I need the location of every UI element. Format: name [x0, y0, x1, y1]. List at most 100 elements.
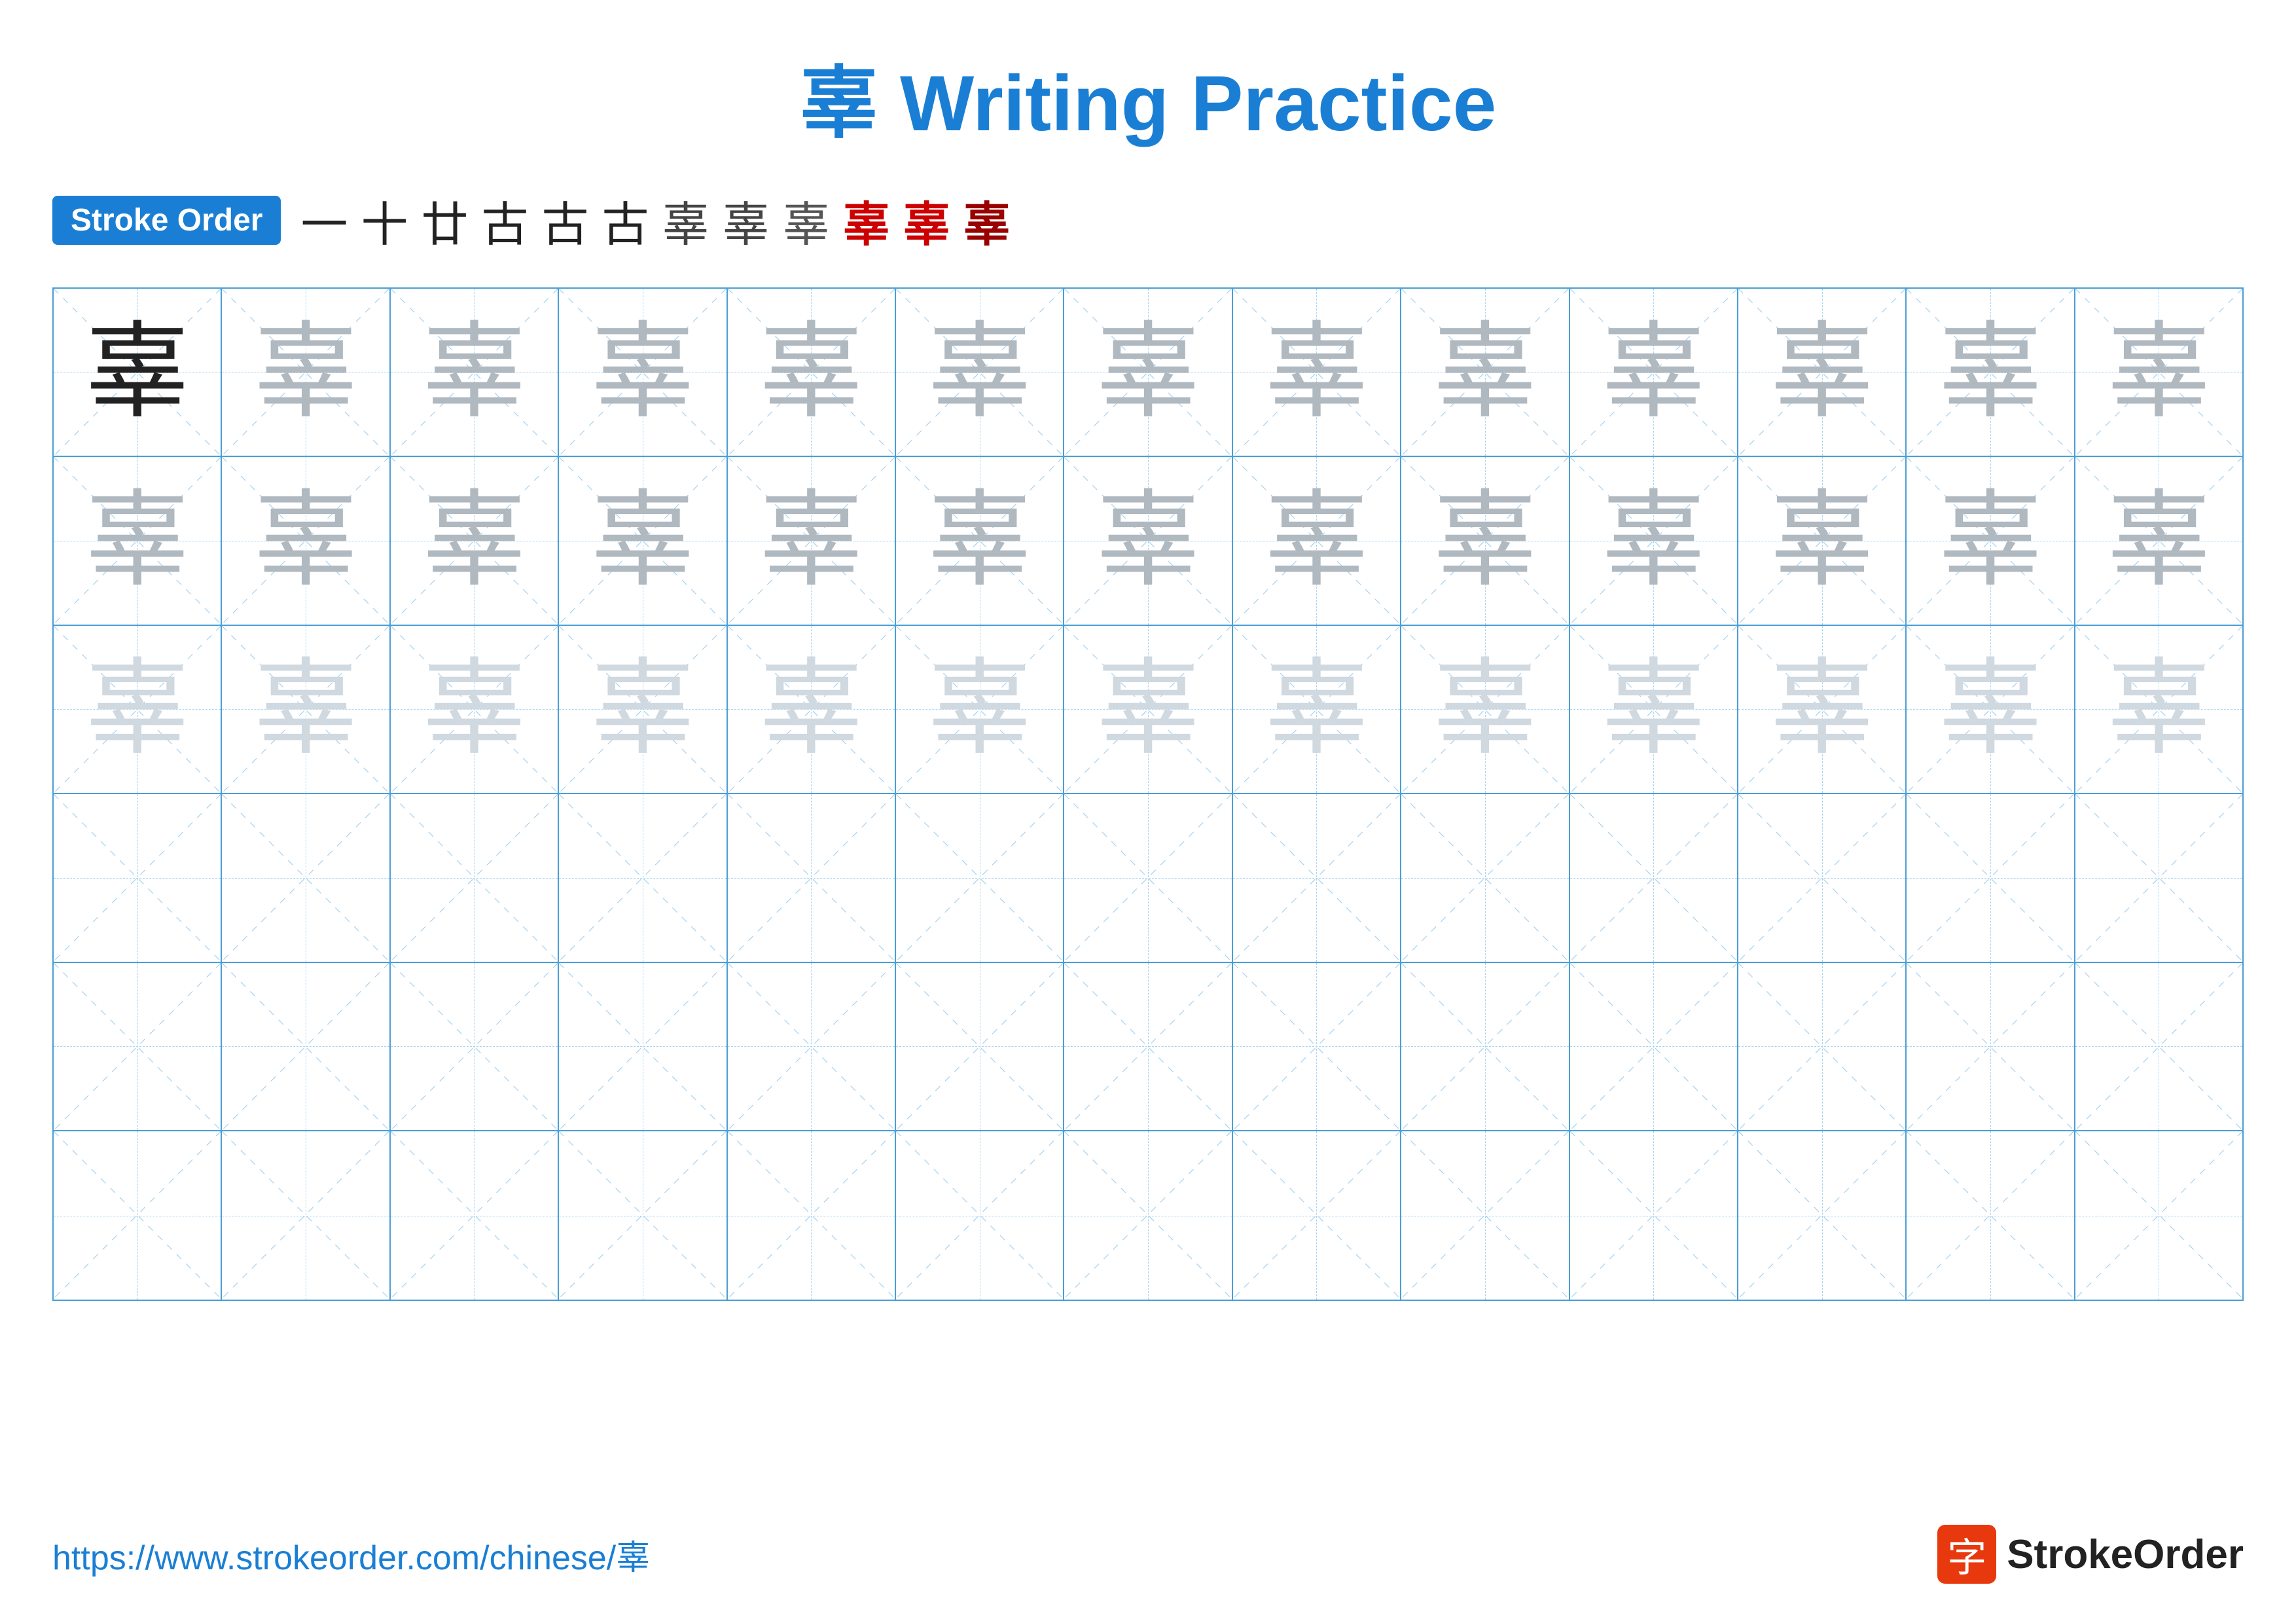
grid-cell[interactable]: 辜	[1907, 457, 2075, 625]
grid-cell[interactable]	[728, 963, 896, 1131]
grid-cell[interactable]: 辜	[559, 457, 727, 625]
grid-cell[interactable]	[1738, 963, 1907, 1131]
grid-cell[interactable]: 辜	[1738, 457, 1907, 625]
grid-cell[interactable]	[728, 794, 896, 962]
grid-cell[interactable]	[559, 794, 727, 962]
grid-cell[interactable]	[1907, 1131, 2075, 1300]
grid-cell[interactable]	[1401, 963, 1570, 1131]
stroke-12: 辜	[963, 186, 1011, 255]
grid-cell[interactable]	[896, 794, 1064, 962]
grid-cell[interactable]: 辜	[1233, 626, 1401, 794]
grid-cell[interactable]: 辜	[1401, 289, 1570, 457]
grid-cell[interactable]	[1570, 1131, 1738, 1300]
grid-cell[interactable]: 辜	[1064, 457, 1232, 625]
grid-cell[interactable]: 辜	[222, 626, 390, 794]
grid-cell[interactable]: 辜	[728, 457, 896, 625]
grid-cell[interactable]: 辜	[1907, 626, 2075, 794]
grid-cell[interactable]	[1233, 1131, 1401, 1300]
grid-cell[interactable]	[54, 794, 222, 962]
practice-char: 辜	[422, 657, 526, 761]
grid-cell[interactable]: 辜	[222, 289, 390, 457]
practice-char: 辜	[1433, 320, 1537, 425]
grid-cell[interactable]: 辜	[1570, 289, 1738, 457]
grid-cell[interactable]: 辜	[1233, 457, 1401, 625]
grid-row-5	[54, 963, 2242, 1131]
practice-char: 辜	[1770, 488, 1874, 593]
grid-cell[interactable]	[559, 963, 727, 1131]
practice-char: 辜	[1264, 320, 1369, 425]
grid-cell[interactable]	[896, 963, 1064, 1131]
grid-cell[interactable]	[1570, 963, 1738, 1131]
grid-cell[interactable]: 辜	[391, 457, 559, 625]
grid-cell[interactable]	[1401, 1131, 1570, 1300]
grid-cell[interactable]	[559, 1131, 727, 1300]
practice-char: 辜	[422, 488, 526, 593]
practice-char: 辜	[927, 657, 1032, 761]
grid-cell[interactable]	[222, 963, 390, 1131]
grid-cell[interactable]: 辜	[2075, 626, 2242, 794]
footer-url: https://www.strokeorder.com/chinese/辜	[52, 1530, 650, 1579]
grid-cell[interactable]	[1064, 1131, 1232, 1300]
grid-cell[interactable]	[391, 794, 559, 962]
stroke-4: 古	[481, 186, 528, 255]
grid-cell[interactable]: 辜	[896, 457, 1064, 625]
grid-cell[interactable]: 辜	[1738, 289, 1907, 457]
grid-cell[interactable]: 辜	[896, 626, 1064, 794]
grid-cell[interactable]	[54, 963, 222, 1131]
grid-cell[interactable]: 辜	[2075, 457, 2242, 625]
grid-cell[interactable]: 辜	[222, 457, 390, 625]
grid-cell[interactable]: 辜	[1738, 626, 1907, 794]
grid-cell[interactable]: 辜	[2075, 289, 2242, 457]
grid-cell[interactable]	[222, 794, 390, 962]
grid-cell[interactable]: 辜	[1401, 626, 1570, 794]
grid-cell[interactable]: 辜	[1570, 626, 1738, 794]
stroke-order-row: Stroke Order 一 十 廿 古 古 古 辜 辜 辜 辜 辜 辜	[52, 186, 2244, 255]
grid-cell[interactable]	[2075, 794, 2242, 962]
grid-cell[interactable]: 辜	[728, 626, 896, 794]
grid-cell[interactable]	[896, 1131, 1064, 1300]
grid-row-6	[54, 1131, 2242, 1300]
grid-cell[interactable]	[1570, 794, 1738, 962]
grid-cell[interactable]	[1738, 1131, 1907, 1300]
practice-char: 辜	[759, 488, 863, 593]
grid-cell[interactable]	[391, 1131, 559, 1300]
practice-char: 辜	[590, 320, 695, 425]
grid-cell[interactable]: 辜	[559, 289, 727, 457]
grid-cell[interactable]: 辜	[1064, 626, 1232, 794]
grid-cell[interactable]: 辜	[559, 626, 727, 794]
grid-cell[interactable]	[222, 1131, 390, 1300]
grid-cell[interactable]	[1738, 794, 1907, 962]
stroke-11: 辜	[903, 186, 950, 255]
practice-char: 辜	[1938, 488, 2043, 593]
grid-cell[interactable]	[2075, 963, 2242, 1131]
grid-cell[interactable]	[54, 1131, 222, 1300]
grid-cell[interactable]	[1907, 794, 2075, 962]
grid-cell[interactable]	[1401, 794, 1570, 962]
grid-cell[interactable]	[1233, 963, 1401, 1131]
grid-cell[interactable]	[391, 963, 559, 1131]
stroke-6: 古	[602, 186, 649, 255]
grid-cell[interactable]: 辜	[1233, 289, 1401, 457]
grid-cell[interactable]: 辜	[54, 626, 222, 794]
grid-cell[interactable]: 辜	[54, 289, 222, 457]
grid-cell[interactable]: 辜	[1064, 289, 1232, 457]
grid-cell[interactable]	[1907, 963, 2075, 1131]
grid-cell[interactable]	[728, 1131, 896, 1300]
grid-cell[interactable]: 辜	[1907, 289, 2075, 457]
grid-cell[interactable]	[1064, 963, 1232, 1131]
grid-row-1: 辜 辜 辜 辜 辜 辜 辜	[54, 289, 2242, 457]
grid-cell[interactable]	[1233, 794, 1401, 962]
grid-cell[interactable]: 辜	[391, 289, 559, 457]
grid-cell[interactable]: 辜	[728, 289, 896, 457]
grid-cell[interactable]: 辜	[896, 289, 1064, 457]
grid-cell[interactable]	[2075, 1131, 2242, 1300]
grid-cell[interactable]: 辜	[1570, 457, 1738, 625]
grid-cell[interactable]: 辜	[1401, 457, 1570, 625]
grid-cell[interactable]: 辜	[54, 457, 222, 625]
practice-char: 辜	[2106, 657, 2211, 761]
grid-cell[interactable]: 辜	[391, 626, 559, 794]
grid-row-4	[54, 794, 2242, 962]
practice-char: 辜	[253, 488, 358, 593]
practice-char: 辜	[1601, 657, 1706, 761]
grid-cell[interactable]	[1064, 794, 1232, 962]
